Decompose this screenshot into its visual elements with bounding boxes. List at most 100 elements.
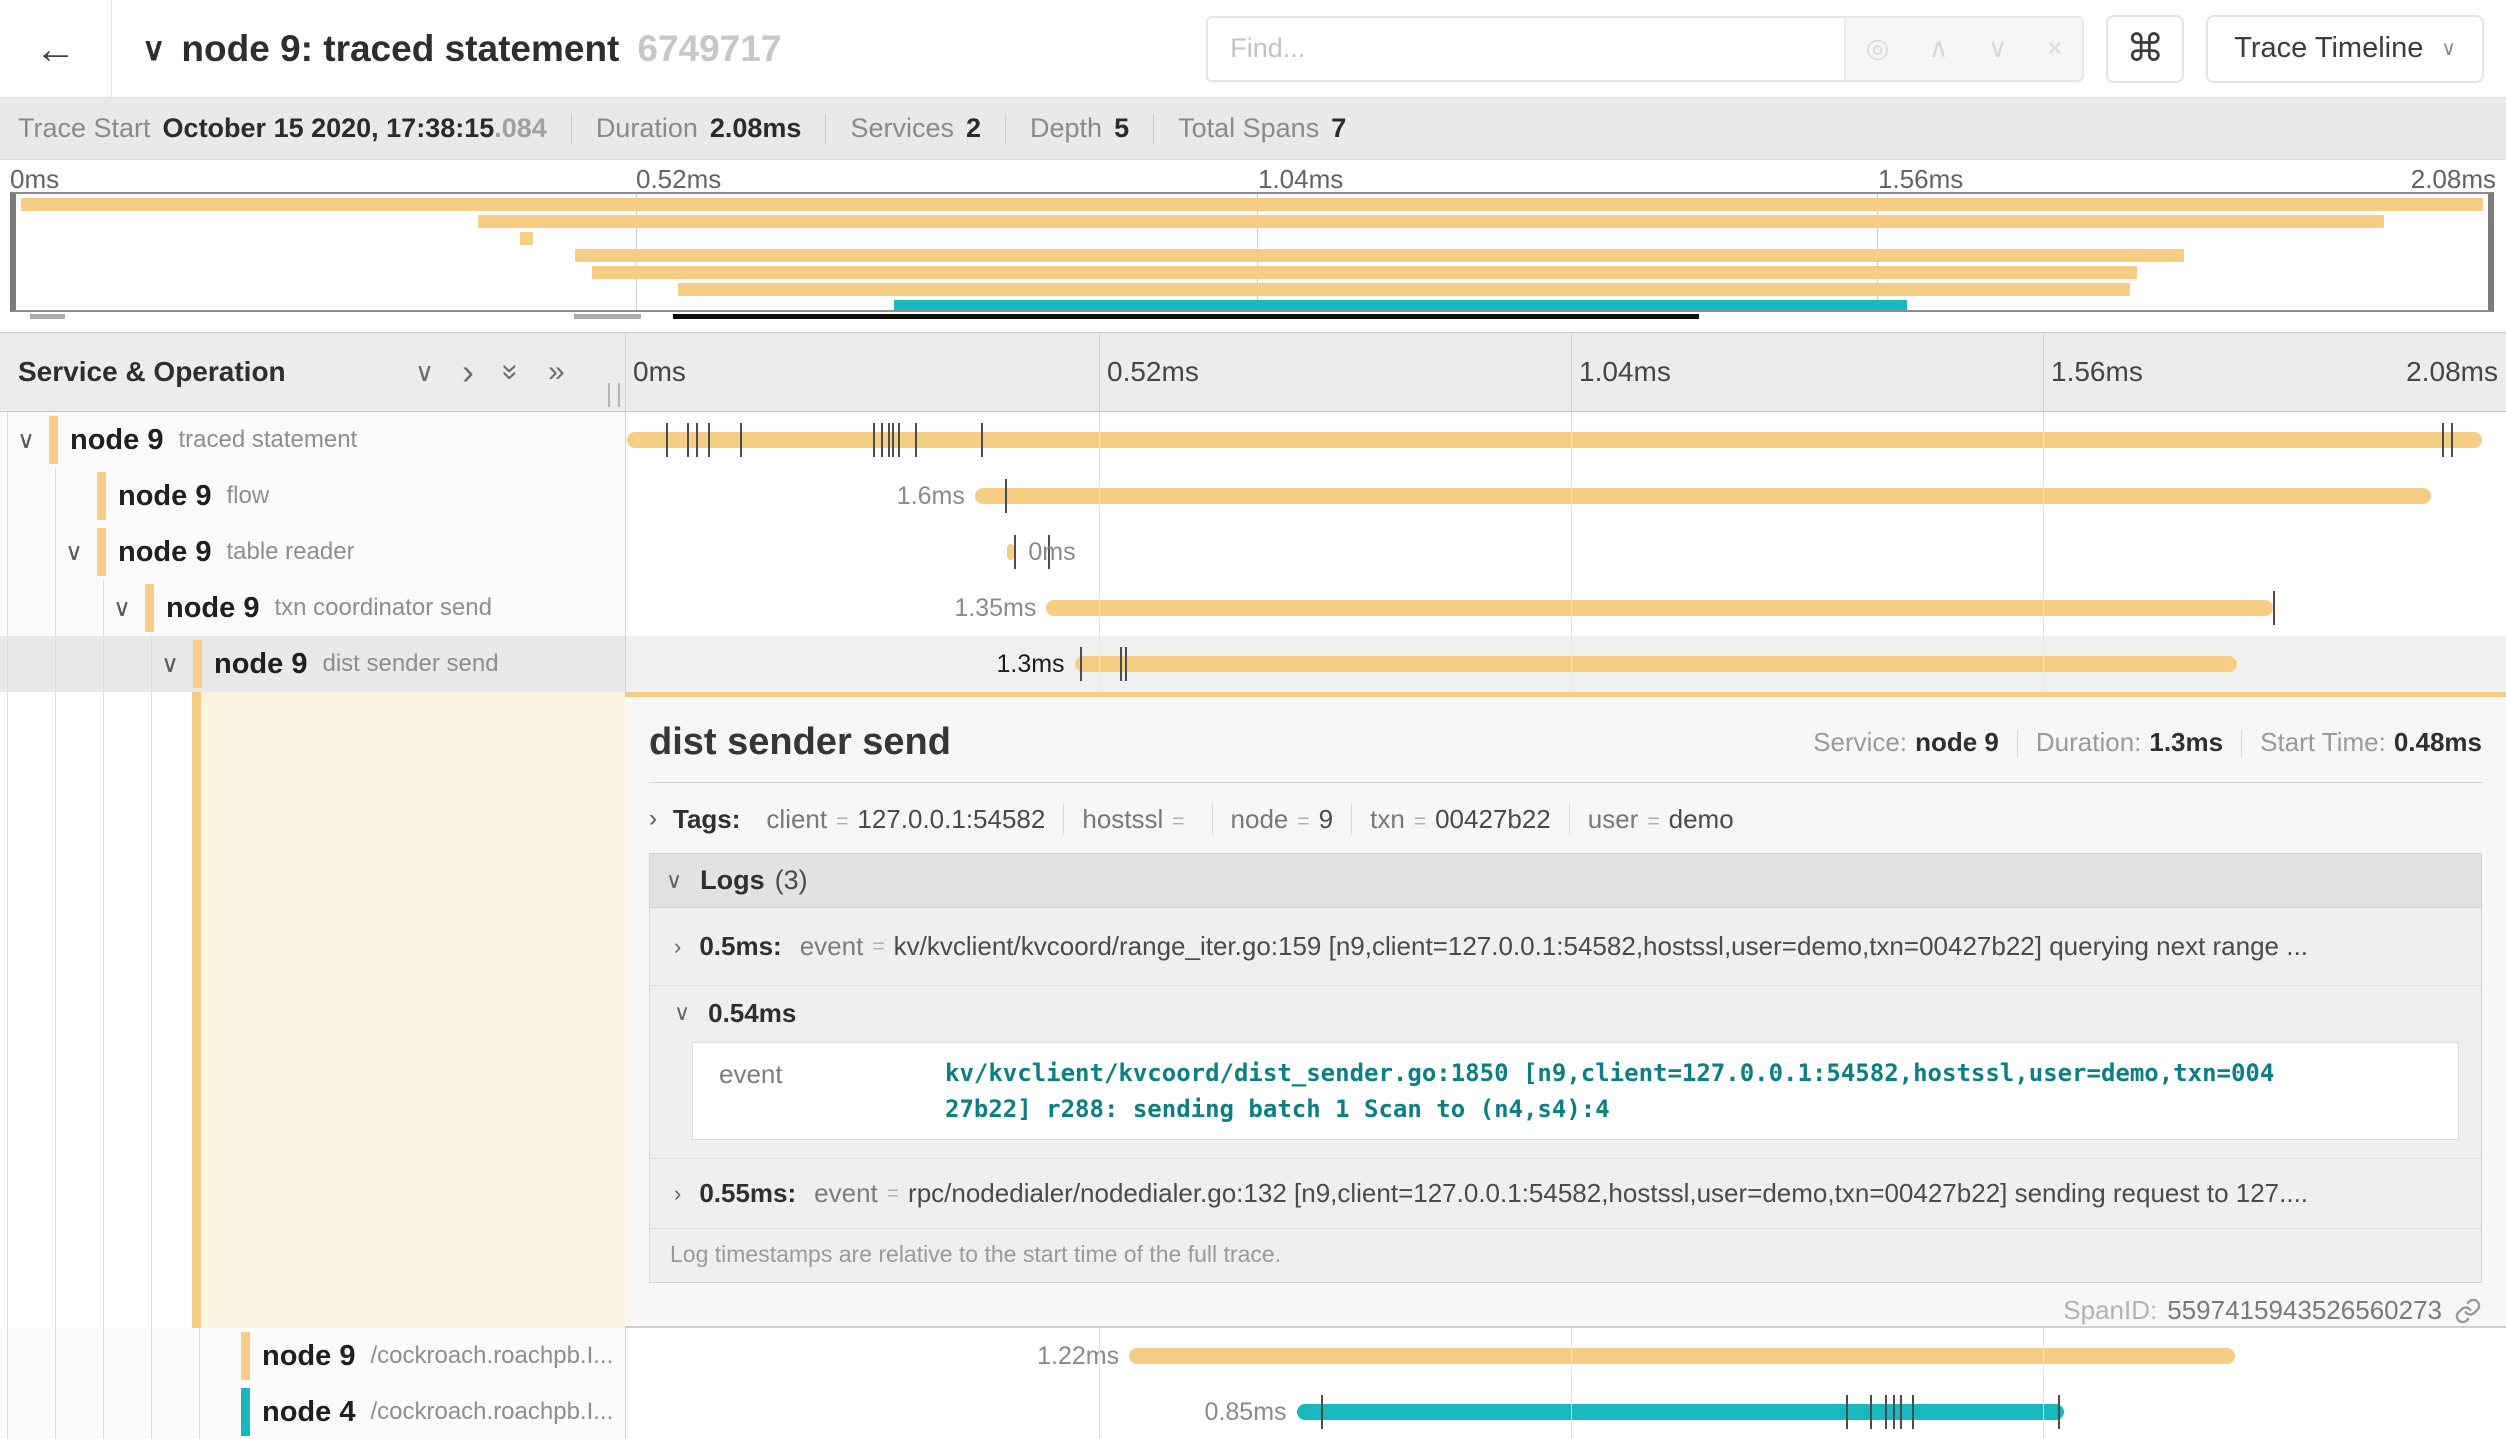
span-name-cell[interactable]: ∨ node 9dist sender send [0, 636, 625, 692]
log-marker-tick[interactable] [1893, 1395, 1895, 1429]
span-duration-label: 1.22ms [1037, 1328, 1119, 1384]
minimap-canvas[interactable] [10, 192, 2494, 312]
chevron-down-icon[interactable]: ∨ [157, 636, 183, 692]
span-row[interactable]: ∨node 9table reader0ms [0, 524, 2506, 580]
span-timeline-cell[interactable]: 1.3ms [625, 636, 2506, 692]
span-row[interactable]: node 9/cockroach.roachpb.I... 1.22ms [0, 1328, 2506, 1384]
find-next-icon[interactable]: ∨ [1988, 33, 2008, 64]
log-marker-tick[interactable] [981, 423, 983, 457]
span-bar[interactable] [627, 432, 2482, 448]
trace-view-selector[interactable]: Trace Timeline ∨ [2206, 15, 2484, 83]
back-button[interactable]: ← [0, 0, 112, 97]
tag-item: node=9 [1231, 804, 1334, 835]
span-duration-label: 0.85ms [1205, 1384, 1287, 1439]
span-bar[interactable] [1075, 656, 2237, 672]
span-timeline-cell[interactable] [625, 412, 2506, 468]
log-marker-tick[interactable] [740, 423, 742, 457]
span-timeline-cell[interactable]: 1.6ms [625, 468, 2506, 524]
expand-all-icon[interactable]: » [548, 333, 565, 411]
trace-start-ms-suffix: .084 [494, 113, 547, 143]
trace-summary-bar: Trace Start October 15 2020, 17:38:15.08… [0, 97, 2506, 160]
span-bar[interactable] [1046, 600, 2272, 616]
span-name-cell[interactable]: node 9flow [0, 468, 625, 524]
scrubber-handle[interactable] [574, 314, 641, 319]
deep-link-icon[interactable] [2454, 1297, 2482, 1325]
log-marker-tick[interactable] [881, 423, 883, 457]
span-color-bar [97, 472, 106, 520]
service-value: node 9 [1915, 727, 1999, 758]
find-input[interactable] [1208, 18, 1844, 80]
log-marker-tick[interactable] [1912, 1395, 1914, 1429]
log-marker-tick[interactable] [687, 423, 689, 457]
span-timeline-cell[interactable]: 0ms [625, 524, 2506, 580]
log-marker-tick[interactable] [1080, 647, 1082, 681]
log-marker-tick[interactable] [1014, 535, 1016, 569]
keyboard-shortcuts-button[interactable]: ⌘ [2106, 15, 2184, 83]
viewport-range-indicator[interactable] [673, 314, 1699, 319]
minimap-scrubber[interactable] [10, 314, 2494, 320]
tags-row[interactable]: › Tags: client=127.0.0.1:54582 hostssl= … [649, 797, 2482, 841]
find-match-icon[interactable]: ◎ [1866, 33, 1890, 64]
log-marker-tick[interactable] [888, 423, 890, 457]
log-marker-tick[interactable] [2442, 423, 2444, 457]
span-name-cell[interactable]: ∨node 9table reader [0, 524, 625, 580]
chevron-down-icon[interactable]: ∨ [61, 524, 87, 580]
log-marker-tick[interactable] [1900, 1395, 1902, 1429]
tag-item: client=127.0.0.1:54582 [766, 804, 1045, 835]
log-marker-tick[interactable] [1321, 1395, 1323, 1429]
log-marker-tick[interactable] [666, 423, 668, 457]
span-name-cell[interactable]: ∨node 9txn coordinator send [0, 580, 625, 636]
logs-header[interactable]: ∨ Logs (3) [650, 854, 2481, 908]
log-marker-tick[interactable] [696, 423, 698, 457]
span-row[interactable]: node 9flow1.6ms [0, 468, 2506, 524]
log-marker-tick[interactable] [1885, 1395, 1887, 1429]
chevron-down-icon[interactable]: ∨ [13, 412, 39, 468]
start-time-label: Start Time: [2260, 727, 2386, 758]
log-entry-header[interactable]: ∨ 0.54ms [674, 996, 2481, 1030]
column-resize-grip[interactable] [608, 383, 620, 407]
span-bar[interactable] [1297, 1404, 2064, 1420]
find-prev-icon[interactable]: ∧ [1929, 33, 1949, 64]
span-timeline-cell[interactable]: 0.85ms [625, 1384, 2506, 1439]
log-marker-tick[interactable] [873, 423, 875, 457]
log-marker-tick[interactable] [1846, 1395, 1848, 1429]
log-marker-tick[interactable] [1120, 647, 1122, 681]
collapse-one-icon[interactable]: ∨ [415, 333, 434, 411]
log-entry[interactable]: › 0.5ms: event = kv/kvclient/kvcoord/ran… [650, 908, 2481, 986]
log-marker-tick[interactable] [898, 423, 900, 457]
log-marker-tick[interactable] [892, 423, 894, 457]
collapse-all-icon[interactable]: » [471, 364, 549, 381]
span-timeline-cell[interactable]: 1.22ms [625, 1328, 2506, 1384]
column-divider[interactable] [625, 1328, 626, 1439]
span-name-cell[interactable]: node 4/cockroach.roachpb.I... [0, 1384, 625, 1439]
collapse-trace-header-icon[interactable]: ∨ [142, 30, 165, 68]
span-row[interactable]: ∨node 9traced statement [0, 412, 2506, 468]
span-name-cell[interactable]: ∨node 9traced statement [0, 412, 625, 468]
log-entry[interactable]: › 0.55ms: event = rpc/nodedialer/nodedia… [650, 1159, 2481, 1229]
log-marker-tick[interactable] [2273, 591, 2275, 625]
span-color-bar [241, 1332, 250, 1380]
divider [2241, 729, 2242, 757]
log-marker-tick[interactable] [1870, 1395, 1872, 1429]
chevron-down-icon[interactable]: ∨ [109, 580, 135, 636]
log-marker-tick[interactable] [1005, 479, 1007, 513]
span-bar[interactable] [975, 488, 2431, 504]
span-bar[interactable] [1129, 1348, 2235, 1364]
gridline [1099, 412, 1100, 692]
column-divider[interactable] [625, 412, 626, 692]
span-row[interactable]: ∨ node 9dist sender send 1.3ms [0, 636, 2506, 692]
log-marker-tick[interactable] [708, 423, 710, 457]
span-name-cell[interactable]: node 9/cockroach.roachpb.I... [0, 1328, 625, 1384]
span-bar[interactable] [1007, 544, 1015, 560]
log-marker-tick[interactable] [2451, 423, 2453, 457]
indent-guide [7, 468, 8, 524]
log-marker-tick[interactable] [1125, 647, 1127, 681]
span-row[interactable]: ∨node 9txn coordinator send1.35ms [0, 580, 2506, 636]
scrubber-handle[interactable] [30, 314, 65, 319]
span-row[interactable]: node 4/cockroach.roachpb.I... 0.85ms [0, 1384, 2506, 1439]
log-marker-tick[interactable] [915, 423, 917, 457]
find-clear-icon[interactable]: × [2047, 33, 2063, 64]
log-marker-tick[interactable] [2058, 1395, 2060, 1429]
span-name: node 9dist sender send [214, 636, 499, 692]
span-timeline-cell[interactable]: 1.35ms [625, 580, 2506, 636]
